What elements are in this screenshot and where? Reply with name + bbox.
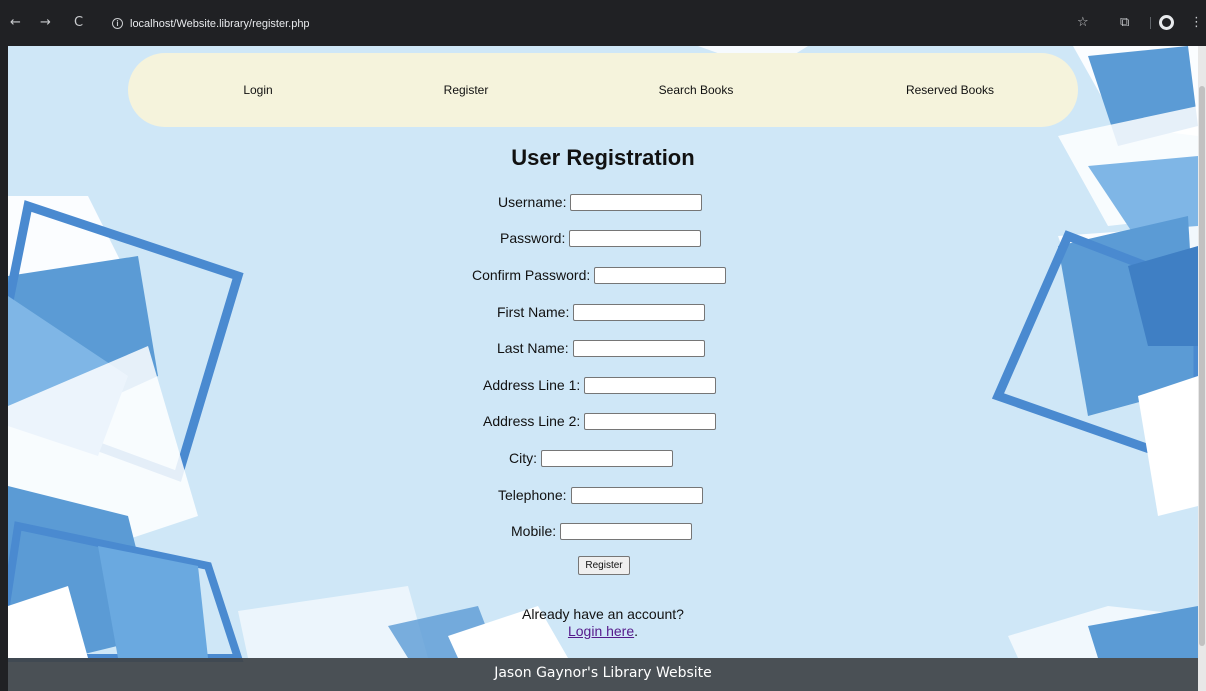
bookmark-star-icon[interactable]: ☆ [1077, 13, 1089, 33]
top-navigation: Login Register Search Books Reserved Boo… [128, 53, 1078, 127]
last-name-label: Last Name: [497, 340, 569, 356]
telephone-input[interactable] [570, 486, 703, 504]
last-name-input[interactable] [572, 339, 705, 357]
profile-avatar[interactable] [1159, 15, 1174, 30]
address-line-2-label: Address Line 2: [483, 413, 581, 429]
confirm-password-label: Confirm Password: [472, 267, 591, 283]
mobile-row: Mobile: [511, 522, 693, 540]
mobile-label: Mobile: [511, 523, 557, 539]
telephone-row: Telephone: [498, 486, 703, 504]
address-line-1-row: Address Line 1: [483, 376, 717, 394]
back-arrow-icon[interactable]: ← [10, 13, 21, 33]
background-decoration [8, 46, 1198, 662]
url-text[interactable]: localhost/Website.library/register.php [130, 17, 310, 31]
footer-text: Jason Gaynor's Library Website [494, 665, 712, 681]
login-line: Login here. [503, 623, 703, 639]
username-row: Username: [498, 193, 703, 211]
page-title: User Registration [511, 145, 695, 170]
city-row: City: [509, 449, 673, 467]
browser-toolbar: ← → C i localhost/Website.library/regist… [0, 0, 1206, 46]
browser-menu-icon[interactable]: ⋮ [1190, 13, 1203, 33]
username-input[interactable] [570, 193, 703, 211]
first-name-row: First Name: [497, 303, 706, 321]
nav-search-books-link[interactable]: Search Books [616, 83, 776, 97]
already-account-text: Already have an account? [522, 606, 684, 622]
address-line-2-row: Address Line 2: [483, 412, 717, 430]
toolbar-divider [1150, 17, 1151, 29]
site-info-icon[interactable]: i [112, 18, 123, 29]
login-suffix: . [634, 623, 639, 639]
nav-register-link[interactable]: Register [386, 83, 546, 97]
address-bar[interactable]: i localhost/Website.library/register.php [100, 12, 1100, 38]
first-name-label: First Name: [497, 304, 570, 320]
telephone-label: Telephone: [498, 487, 567, 503]
forward-arrow-icon[interactable]: → [40, 13, 51, 33]
username-label: Username: [498, 194, 567, 210]
address-line-1-label: Address Line 1: [483, 377, 581, 393]
password-row: Password: [500, 229, 702, 247]
address-line-2-input[interactable] [584, 412, 717, 430]
password-label: Password: [500, 230, 566, 246]
password-input[interactable] [569, 229, 702, 247]
nav-login-link[interactable]: Login [178, 83, 338, 97]
login-here-link[interactable]: Login here [568, 623, 634, 639]
city-input[interactable] [541, 449, 673, 467]
footer: Jason Gaynor's Library Website [8, 658, 1198, 691]
city-label: City: [509, 450, 537, 466]
last-name-row: Last Name: [497, 339, 705, 357]
mobile-input[interactable] [560, 522, 693, 540]
register-button[interactable]: Register [578, 556, 630, 575]
confirm-password-row: Confirm Password: [472, 266, 727, 284]
extensions-icon[interactable]: ⧉ [1120, 13, 1129, 33]
page-scrollbar[interactable] [1198, 46, 1206, 691]
scrollbar-thumb[interactable] [1199, 86, 1205, 646]
address-line-1-input[interactable] [584, 376, 717, 394]
confirm-password-input[interactable] [594, 266, 727, 284]
page-viewport: Login Register Search Books Reserved Boo… [8, 46, 1198, 691]
nav-reserved-books-link[interactable]: Reserved Books [870, 83, 1030, 97]
first-name-input[interactable] [573, 303, 706, 321]
reload-icon[interactable]: C [74, 13, 83, 33]
